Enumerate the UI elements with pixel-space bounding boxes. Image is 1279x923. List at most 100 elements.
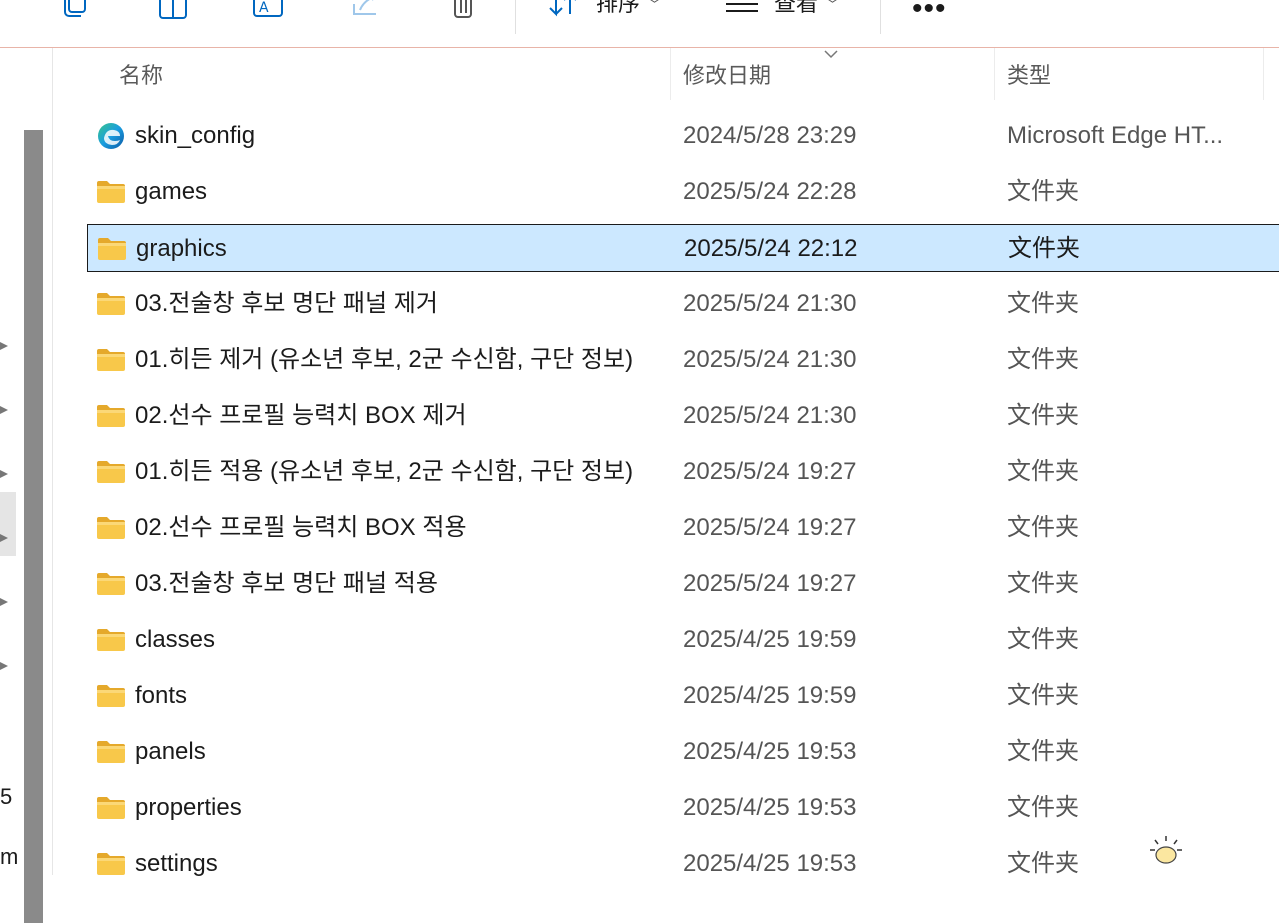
file-name[interactable]: 03.전술창 후보 명단 패널 적용	[135, 570, 438, 598]
file-modified-date: 2025/5/24 19:27	[683, 570, 857, 597]
view-button[interactable]: 查看 ﹀	[726, 0, 839, 22]
file-modified-date: 2025/4/25 19:53	[683, 794, 857, 821]
folder-icon	[96, 626, 126, 654]
file-name[interactable]: 01.히든 적용 (유소년 후보, 2군 수신함, 구단 정보)	[135, 458, 633, 486]
pin-icon	[0, 468, 10, 482]
file-type: 文件夹	[1007, 794, 1079, 821]
rename-icon[interactable]: A	[252, 0, 286, 22]
toolbar-divider	[515, 0, 516, 34]
sort-icon	[548, 0, 584, 27]
file-row[interactable]: 02.선수 프로필 능력치 BOX 적용 2025/5/24 19:27 文件夹	[87, 504, 1279, 552]
view-label: 查看	[774, 0, 819, 16]
file-row[interactable]: 03.전술창 후보 명단 패널 적용 2025/5/24 19:27 文件夹	[87, 560, 1279, 608]
folder-icon	[97, 235, 127, 263]
file-type: 文件夹	[1007, 738, 1079, 765]
folder-icon	[96, 738, 126, 766]
file-row[interactable]: games 2025/5/24 22:28 文件夹	[87, 168, 1279, 216]
folder-icon	[96, 850, 126, 878]
file-type: 文件夹	[1007, 850, 1079, 877]
paste-icon[interactable]	[158, 0, 192, 22]
folder-icon	[96, 794, 126, 822]
nav-item-label-fragment[interactable]: 5	[0, 784, 12, 810]
file-modified-date: 2025/5/24 21:30	[683, 346, 857, 373]
chevron-down-icon: ﹀	[826, 0, 840, 12]
file-name[interactable]: properties	[135, 794, 242, 822]
file-type: 文件夹	[1007, 346, 1079, 373]
folder-icon	[96, 178, 126, 206]
file-row[interactable]: properties 2025/4/25 19:53 文件夹	[87, 784, 1279, 832]
navigation-pane: 5 m	[0, 48, 46, 923]
more-icon[interactable]: •••	[912, 0, 947, 26]
file-name[interactable]: 03.전술창 후보 명단 패널 제거	[135, 290, 438, 318]
file-modified-date: 2025/5/24 22:12	[684, 235, 858, 262]
svg-text:A: A	[259, 0, 269, 16]
file-name[interactable]: settings	[135, 850, 218, 878]
file-row[interactable]: fonts 2025/4/25 19:59 文件夹	[87, 672, 1279, 720]
edge-html-icon	[96, 122, 126, 150]
chevron-down-icon: ﹀	[648, 0, 662, 12]
file-name[interactable]: games	[135, 178, 207, 206]
file-type: 文件夹	[1007, 570, 1079, 597]
delete-icon[interactable]	[446, 0, 480, 22]
folder-icon	[96, 402, 126, 430]
folder-icon	[96, 682, 126, 710]
nav-item-label-fragment[interactable]: m	[0, 844, 18, 870]
copy-icon[interactable]	[62, 0, 96, 22]
file-row[interactable]: 02.선수 프로필 능력치 BOX 제거 2025/5/24 21:30 文件夹	[87, 392, 1279, 440]
column-divider[interactable]	[670, 48, 671, 100]
file-row[interactable]: panels 2025/4/25 19:53 文件夹	[87, 728, 1279, 776]
file-list: 名称 修改日期 类型 skin_config 2024/5/28 23:29 Mic…	[52, 46, 1279, 877]
file-modified-date: 2025/4/25 19:59	[683, 626, 857, 653]
folder-icon	[96, 570, 126, 598]
file-name[interactable]: 01.히든 제거 (유소년 후보, 2군 수신함, 구단 정보)	[135, 346, 633, 374]
folder-icon	[96, 514, 126, 542]
sort-label: 排序	[596, 0, 641, 16]
file-row[interactable]: 03.전술창 후보 명단 패널 제거 2025/5/24 21:30 文件夹	[87, 280, 1279, 328]
share-icon[interactable]	[350, 0, 384, 22]
pin-icon	[0, 660, 10, 674]
file-modified-date: 2024/5/28 23:29	[683, 122, 857, 149]
column-header-date[interactable]: 修改日期	[683, 58, 771, 90]
pin-icon	[0, 340, 10, 354]
sort-descending-icon	[824, 46, 838, 59]
file-modified-date: 2025/5/24 21:30	[683, 290, 857, 317]
pin-icon	[0, 532, 10, 546]
command-bar: A 排序 ﹀ 查看 ﹀ •••	[0, 0, 1279, 48]
file-modified-date: 2025/4/25 19:53	[683, 738, 857, 765]
file-row[interactable]: 01.히든 적용 (유소년 후보, 2군 수신함, 구단 정보) 2025/5/2…	[87, 448, 1279, 496]
navigation-scrollbar[interactable]	[24, 130, 43, 923]
file-type: Microsoft Edge HT...	[1007, 122, 1224, 149]
file-name[interactable]: skin_config	[135, 122, 255, 150]
file-name[interactable]: panels	[135, 738, 206, 766]
file-name[interactable]: graphics	[136, 235, 227, 263]
column-header-type[interactable]: 类型	[1007, 58, 1051, 90]
folder-icon	[96, 346, 126, 374]
file-name[interactable]: 02.선수 프로필 능력치 BOX 제거	[135, 402, 467, 430]
sort-button[interactable]: 排序 ﹀	[548, 0, 661, 22]
file-modified-date: 2025/4/25 19:59	[683, 682, 857, 709]
assistant-bulb-icon[interactable]	[1146, 834, 1186, 868]
column-divider[interactable]	[994, 48, 995, 100]
nav-item-hover[interactable]	[0, 492, 16, 556]
folder-icon	[96, 458, 126, 486]
file-modified-date: 2025/5/24 22:28	[683, 178, 857, 205]
file-modified-date: 2025/4/25 19:53	[683, 850, 857, 877]
toolbar-divider	[880, 0, 881, 34]
file-type: 文件夹	[1007, 402, 1079, 429]
file-type: 文件夹	[1007, 458, 1079, 485]
file-name[interactable]: 02.선수 프로필 능력치 BOX 적용	[135, 514, 467, 542]
file-row[interactable]: classes 2025/4/25 19:59 文件夹	[87, 616, 1279, 664]
file-type: 文件夹	[1007, 682, 1079, 709]
file-name[interactable]: classes	[135, 626, 215, 654]
pin-icon	[0, 404, 10, 418]
pin-icon	[0, 596, 10, 610]
file-row[interactable]: 01.히든 제거 (유소년 후보, 2군 수신함, 구단 정보) 2025/5/2…	[87, 336, 1279, 384]
file-type: 文件夹	[1007, 178, 1079, 205]
file-type: 文件夹	[1007, 626, 1079, 653]
file-row[interactable]: skin_config 2024/5/28 23:29 Microsoft Edge…	[87, 112, 1279, 160]
column-divider[interactable]	[1263, 48, 1264, 100]
file-name[interactable]: fonts	[135, 682, 187, 710]
file-row[interactable]: graphics 2025/5/24 22:12 文件夹	[87, 224, 1279, 272]
file-row[interactable]: settings 2025/4/25 19:53 文件夹	[87, 840, 1279, 888]
column-header-name[interactable]: 名称	[119, 58, 163, 90]
